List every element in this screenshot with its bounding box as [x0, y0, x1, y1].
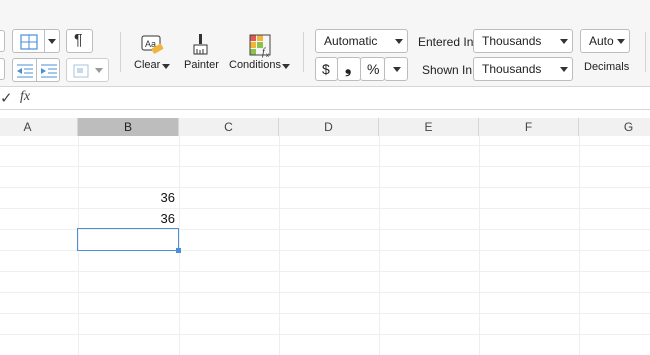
- entered-in-value: Thousands: [482, 34, 542, 48]
- chevron-down-icon: [560, 39, 568, 44]
- chevron-down-icon: [617, 39, 625, 44]
- format-painter-button[interactable]: Painter: [182, 33, 220, 75]
- fill-handle[interactable]: [176, 248, 181, 253]
- chevron-down-icon: [162, 64, 170, 69]
- borders-button[interactable]: [12, 29, 60, 53]
- column-label: B: [123, 120, 132, 134]
- cell-value: 36: [160, 211, 175, 226]
- formula-input[interactable]: [44, 90, 644, 106]
- formula-bar: ✓ fx: [0, 87, 650, 110]
- column-header-a[interactable]: A: [0, 118, 78, 136]
- gridline: [379, 136, 380, 355]
- column-header-c[interactable]: C: [179, 118, 279, 136]
- decimals-value: Auto: [589, 34, 614, 48]
- indent-group: [12, 58, 60, 82]
- gridline: [0, 187, 650, 188]
- column-label: A: [23, 120, 32, 134]
- eraser-icon: Aa: [141, 35, 164, 54]
- separator: [120, 32, 121, 72]
- column-label: E: [424, 120, 433, 134]
- gridline: [0, 166, 650, 167]
- paintbrush-icon: [193, 34, 208, 55]
- gridline: [279, 136, 280, 355]
- wrap-icon: [73, 64, 89, 78]
- gridline: [0, 313, 650, 314]
- number-format-dropdown[interactable]: Automatic: [315, 29, 408, 53]
- decrease-indent-icon[interactable]: [16, 64, 34, 78]
- pilcrow-button[interactable]: ¶: [66, 29, 93, 53]
- chevron-down-icon: [393, 67, 401, 72]
- comma-icon: ❟: [345, 60, 352, 77]
- svg-text:x: x: [266, 53, 269, 58]
- entered-in-dropdown[interactable]: Thousands: [473, 29, 573, 53]
- dollar-icon: $: [322, 61, 330, 77]
- gridline: [0, 334, 650, 335]
- gridline: [0, 271, 650, 272]
- text-wrap-button[interactable]: [66, 58, 109, 82]
- gridline: [0, 208, 650, 209]
- column-header-b[interactable]: B: [78, 118, 179, 136]
- decimals-label: Decimals: [584, 61, 630, 73]
- percent-button[interactable]: %: [360, 57, 385, 81]
- column-label: G: [623, 120, 634, 134]
- shown-in-dropdown[interactable]: Thousands: [473, 57, 573, 81]
- borders-grid-icon: [20, 34, 38, 50]
- gridline: [579, 136, 580, 355]
- increase-indent-icon[interactable]: [40, 64, 58, 78]
- column-label: D: [324, 120, 333, 134]
- clear-label: Clear: [134, 59, 161, 71]
- column-header-g[interactable]: G: [579, 118, 650, 136]
- chevron-down-icon: [95, 68, 103, 73]
- conditions-button[interactable]: f x Conditions: [229, 33, 293, 75]
- gridline: [479, 136, 480, 355]
- comma-style-button[interactable]: ❟: [337, 57, 361, 81]
- cell-value: 36: [160, 190, 175, 205]
- clear-button[interactable]: Aa Clear: [131, 33, 173, 75]
- gridline: [0, 292, 650, 293]
- conditions-label: Conditions: [229, 59, 281, 71]
- decimals-dropdown[interactable]: Auto: [580, 29, 630, 53]
- currency-button[interactable]: $: [315, 57, 338, 81]
- number-format-value: Automatic: [324, 34, 378, 48]
- shown-in-label: Shown In: [422, 63, 473, 77]
- percent-icon: %: [367, 61, 380, 77]
- partial-left-button-1[interactable]: [0, 30, 5, 52]
- toolbar-ribbon: ¶ Aa Clear Painter f x Conditions Automa…: [0, 0, 650, 87]
- cell-b1[interactable]: 36: [80, 190, 175, 205]
- chevron-down-icon: [48, 39, 56, 44]
- shown-in-value: Thousands: [482, 62, 542, 76]
- fx-label: fx: [20, 89, 31, 104]
- number-options-button[interactable]: [384, 57, 408, 81]
- painter-label: Painter: [184, 59, 219, 71]
- column-header-e[interactable]: E: [379, 118, 479, 136]
- pilcrow-icon: ¶: [74, 32, 83, 49]
- fx-icon[interactable]: fx: [20, 89, 30, 105]
- gridline: [179, 136, 180, 355]
- selected-cell[interactable]: [77, 228, 179, 251]
- chevron-down-icon: [560, 67, 568, 72]
- chevron-down-icon: [395, 39, 403, 44]
- entered-in-label: Entered In: [418, 35, 474, 49]
- gridline: [0, 145, 650, 146]
- column-label: C: [224, 120, 233, 134]
- partial-left-button-2[interactable]: [0, 58, 5, 80]
- column-header-f[interactable]: F: [479, 118, 579, 136]
- cell-b2[interactable]: 36: [80, 211, 175, 226]
- check-icon[interactable]: ✓: [0, 89, 13, 107]
- column-header-d[interactable]: D: [279, 118, 379, 136]
- separator: [303, 32, 304, 72]
- conditional-format-icon: f x: [249, 34, 271, 58]
- separator: [645, 32, 646, 72]
- column-label: F: [524, 120, 533, 134]
- chevron-down-icon: [282, 64, 290, 69]
